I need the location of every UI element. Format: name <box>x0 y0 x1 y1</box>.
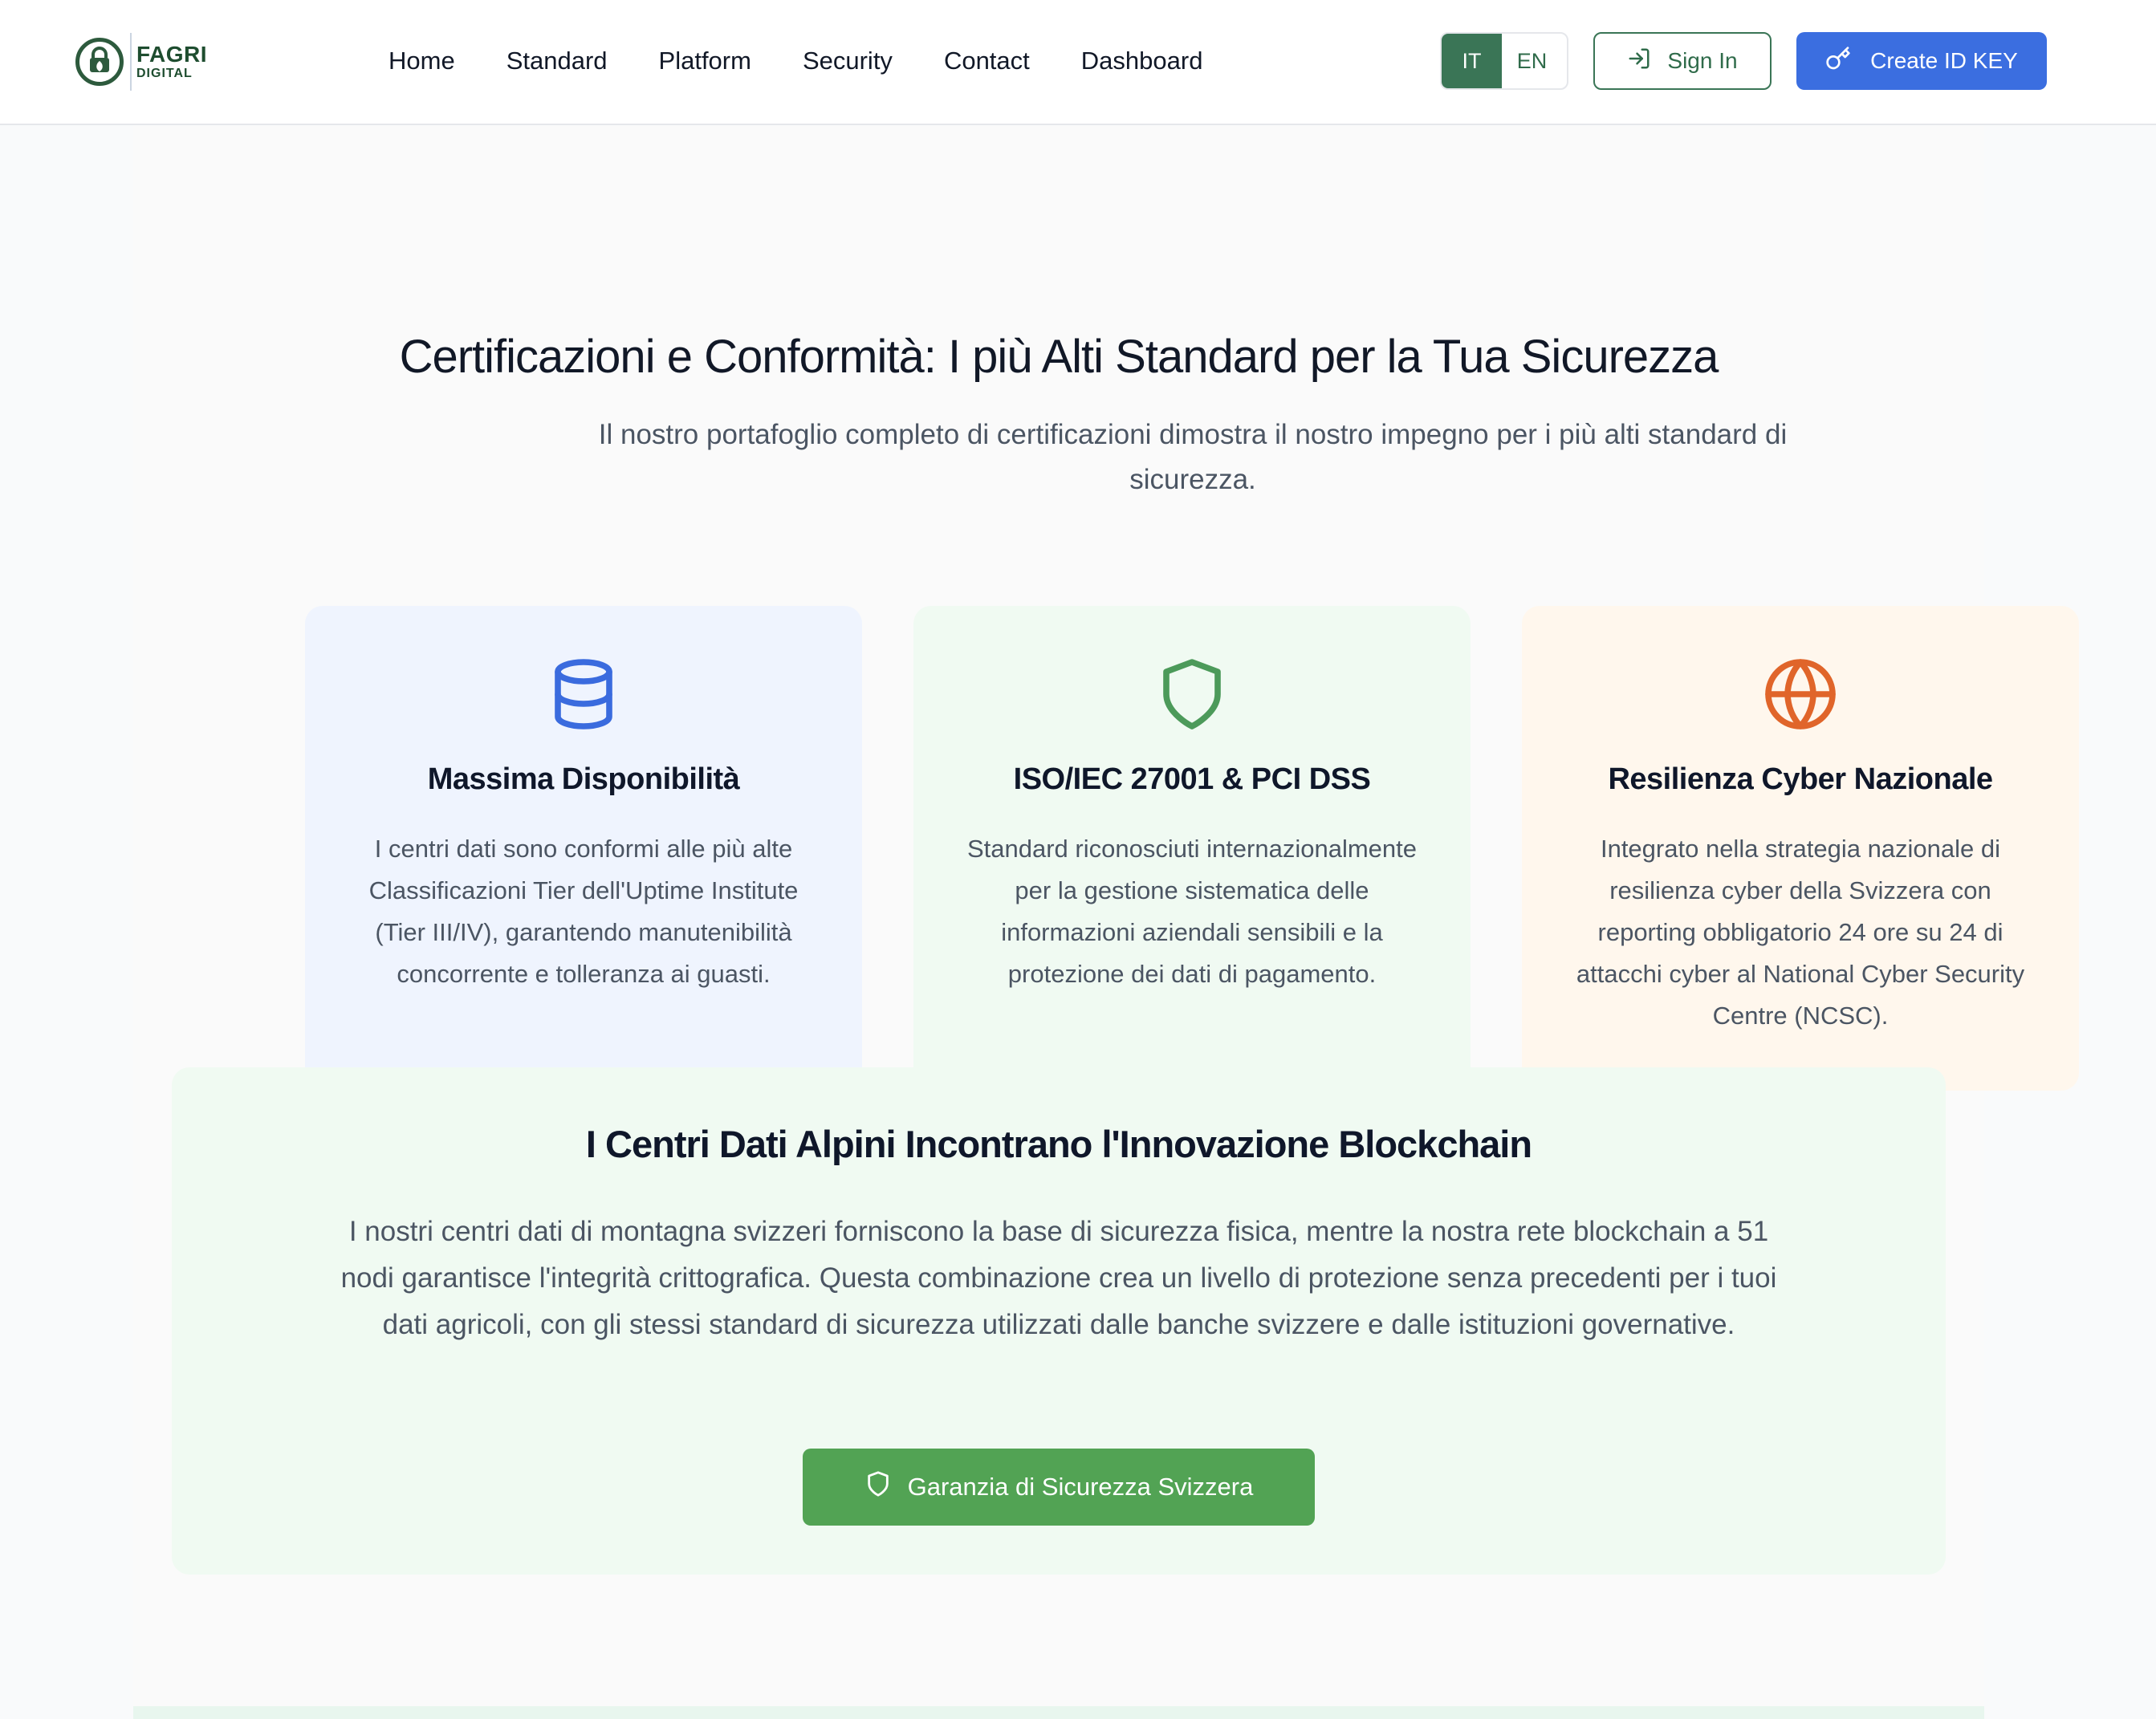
blockchain-title: I Centri Dati Alpini Incontrano l'Innova… <box>585 1123 1532 1165</box>
card-title: Massima Disponibilità <box>427 762 740 796</box>
card-description: Standard riconosciuti internazionalmente… <box>966 835 1418 988</box>
blockchain-panel: I Centri Dati Alpini Incontrano l'Innova… <box>172 1067 1946 1575</box>
key-icon <box>1825 46 1851 77</box>
guarantee-button-label: Garanzia di Sicurezza Svizzera <box>907 1473 1254 1501</box>
blockchain-description: I nostri centri dati di montagna svizzer… <box>340 1216 1777 1340</box>
create-id-key-button[interactable]: Create ID KEY <box>1796 32 2047 90</box>
logo-divider <box>130 33 132 91</box>
card-iso-pci: ISO/IEC 27001 & PCI DSS Standard riconos… <box>913 606 1471 1091</box>
shield-icon <box>913 656 1471 733</box>
logo-icon <box>75 38 124 86</box>
card-title: Resilienza Cyber Nazionale <box>1608 762 1993 796</box>
sign-in-label: Sign In <box>1667 48 1738 73</box>
sign-in-icon <box>1627 47 1651 76</box>
card-availability: Massima Disponibilità I centri dati sono… <box>305 606 862 1091</box>
main-nav: Home Standard Platform Security Contact … <box>388 42 1254 80</box>
nav-security[interactable]: Security <box>803 42 893 80</box>
database-icon <box>305 656 862 733</box>
logo-line-2: DIGITAL <box>136 67 193 80</box>
nav-platform[interactable]: Platform <box>659 42 751 80</box>
card-description: I centri dati sono conformi alle più alt… <box>368 835 799 988</box>
lang-en-button[interactable]: EN <box>1502 34 1562 88</box>
swiss-security-guarantee-button[interactable]: Garanzia di Sicurezza Svizzera <box>803 1449 1315 1526</box>
create-id-key-label: Create ID KEY <box>1870 48 2018 73</box>
card-description: Integrato nella strategia nazionale di r… <box>1576 835 2025 1030</box>
page-title: Certificazioni e Conformità: I più Alti … <box>399 331 1719 383</box>
top-navbar: FAGRI DIGITAL Home Standard Platform Sec… <box>0 0 2156 125</box>
card-title: ISO/IEC 27001 & PCI DSS <box>1013 762 1371 796</box>
globe-icon <box>1522 656 2079 733</box>
logo-line-1: FAGRI <box>136 42 208 67</box>
sign-in-button[interactable]: Sign In <box>1593 32 1772 90</box>
page-subtitle: Il nostro portafoglio completo di certif… <box>598 419 1788 495</box>
nav-home[interactable]: Home <box>388 42 455 80</box>
card-cyber-resilience: Resilienza Cyber Nazionale Integrato nel… <box>1522 606 2079 1091</box>
logo-wordmark: FAGRI DIGITAL <box>136 43 207 80</box>
nav-dashboard[interactable]: Dashboard <box>1081 42 1203 80</box>
brand-logo[interactable]: FAGRI DIGITAL <box>75 30 207 93</box>
shield-icon <box>864 1470 892 1504</box>
lang-it-button[interactable]: IT <box>1442 34 1502 88</box>
language-switcher: IT EN <box>1440 32 1568 90</box>
nav-standard[interactable]: Standard <box>506 42 608 80</box>
nav-contact[interactable]: Contact <box>944 42 1030 80</box>
next-section-edge <box>133 1706 1984 1719</box>
